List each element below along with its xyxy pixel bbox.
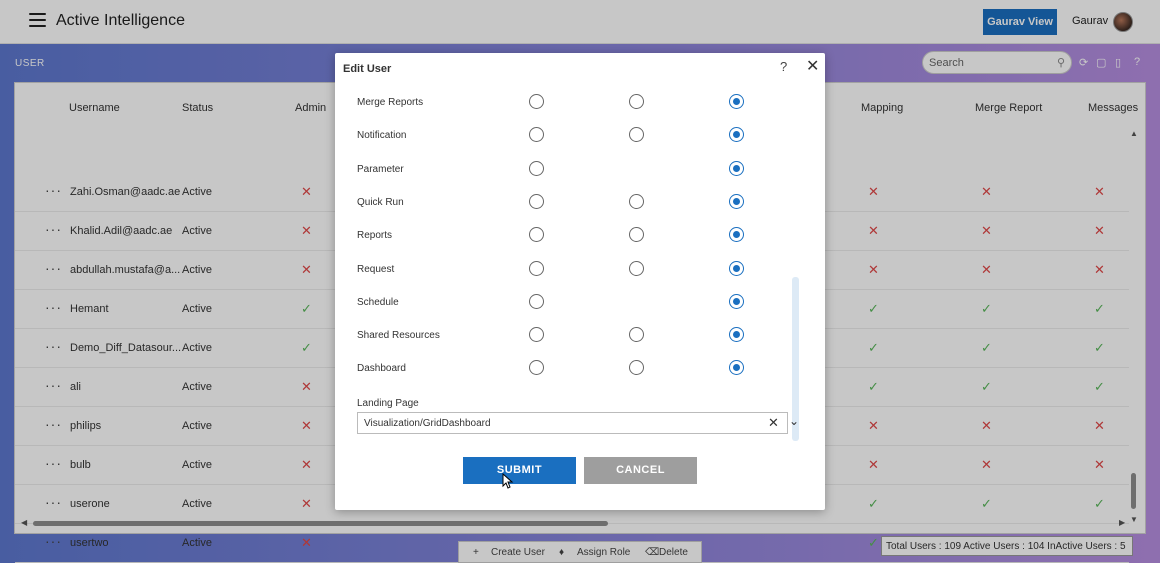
help-icon[interactable]: ? bbox=[780, 59, 787, 74]
permission-label: Schedule bbox=[357, 296, 399, 308]
clear-icon[interactable]: ✕ bbox=[768, 415, 779, 431]
permission-radio[interactable] bbox=[629, 360, 644, 376]
permission-label: Shared Resources bbox=[357, 330, 440, 342]
permission-radio[interactable] bbox=[529, 94, 544, 109]
landing-page-select[interactable]: Visualization/GridDashboard ✕ ⌄ bbox=[357, 412, 799, 434]
permission-radio[interactable] bbox=[629, 94, 644, 109]
permission-label: Request bbox=[357, 263, 395, 275]
permission-radio[interactable] bbox=[529, 360, 544, 376]
permission-label: Notification bbox=[357, 130, 407, 142]
edit-user-dialog: Edit User ? ✕ Merge Reports Notification P… bbox=[335, 53, 825, 510]
permission-radio[interactable] bbox=[729, 360, 744, 376]
chevron-down-icon[interactable]: ⌄ bbox=[789, 414, 799, 428]
permission-radio[interactable] bbox=[629, 260, 644, 276]
permission-radio[interactable] bbox=[729, 327, 744, 343]
close-icon[interactable]: ✕ bbox=[806, 56, 819, 76]
permission-radio[interactable] bbox=[629, 193, 644, 209]
permission-label: Reports bbox=[357, 230, 393, 242]
permission-radio[interactable] bbox=[729, 260, 744, 276]
permission-radio[interactable] bbox=[629, 127, 644, 143]
permission-label: Parameter bbox=[357, 163, 404, 175]
landing-page-label: Landing Page bbox=[357, 398, 419, 409]
dialog-title: Edit User bbox=[343, 63, 392, 75]
permission-radio[interactable] bbox=[729, 227, 744, 243]
permission-radio[interactable] bbox=[729, 94, 744, 109]
permission-radio[interactable] bbox=[529, 160, 544, 176]
permission-radio[interactable] bbox=[729, 193, 744, 209]
permission-label: Merge Reports bbox=[357, 97, 424, 108]
permission-radio[interactable] bbox=[529, 193, 544, 209]
permission-radio[interactable] bbox=[729, 293, 744, 309]
permission-radio[interactable] bbox=[629, 327, 644, 343]
permission-radio[interactable] bbox=[729, 160, 744, 176]
permission-radio[interactable] bbox=[729, 127, 744, 143]
landing-page-value: Visualization/GridDashboard bbox=[364, 418, 491, 429]
permission-radio[interactable] bbox=[529, 260, 544, 276]
permission-label: Dashboard bbox=[357, 363, 406, 375]
permission-radio[interactable] bbox=[529, 293, 544, 309]
permission-radio[interactable] bbox=[529, 227, 544, 243]
submit-button[interactable]: SUBMIT bbox=[463, 457, 576, 484]
permission-radio[interactable] bbox=[529, 327, 544, 343]
permission-radio[interactable] bbox=[629, 227, 644, 243]
permission-label: Quick Run bbox=[357, 196, 404, 208]
cancel-button[interactable]: CANCEL bbox=[584, 457, 697, 484]
permission-radio[interactable] bbox=[529, 127, 544, 143]
